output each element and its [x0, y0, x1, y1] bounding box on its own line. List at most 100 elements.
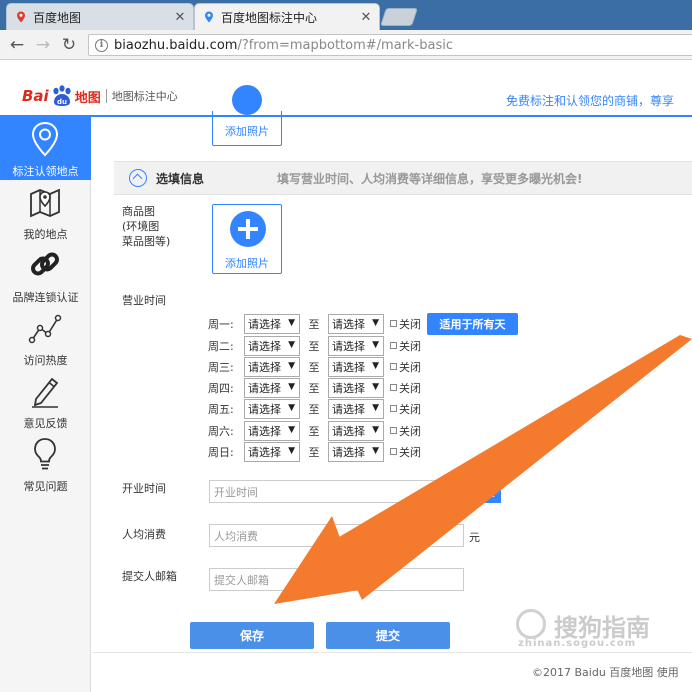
clear-button[interactable]: 清空 — [467, 480, 501, 503]
watermark-sub: zhinan.sogou.com — [518, 638, 637, 649]
logo-separator — [105, 89, 107, 103]
sidebar-item-label: 标注认领地点 — [12, 165, 79, 178]
sidebar-item-brand-chain[interactable]: 品牌连锁认证 — [0, 243, 91, 306]
close-time-select[interactable]: 请选择 ▼ — [328, 356, 384, 377]
open-time-select[interactable]: 请选择 ▼ — [244, 420, 300, 441]
new-tab-button[interactable] — [380, 8, 418, 26]
open-time-select[interactable]: 请选择 ▼ — [244, 356, 300, 377]
day-label: 周四: — [208, 381, 234, 395]
map-fold-icon — [30, 188, 60, 218]
location-favicon-icon — [205, 11, 213, 23]
chain-link-icon — [31, 252, 59, 276]
avg-spend-input[interactable]: 人均消费 — [209, 524, 464, 547]
closed-checkbox[interactable] — [390, 320, 397, 327]
pencil-icon — [32, 377, 59, 408]
submitter-email-label: 提交人邮箱 — [122, 570, 177, 583]
closed-checkbox[interactable] — [390, 405, 397, 412]
dropdown-arrow-icon: ▼ — [288, 339, 295, 350]
sidebar-item-mark-claim[interactable]: 标注认领地点 — [0, 117, 91, 180]
address-bar[interactable]: i biaozhu.baidu.com/?from=mapbottom#/mar… — [88, 34, 692, 56]
closed-label: 关闭 — [399, 381, 421, 395]
closed-checkbox[interactable] — [390, 448, 397, 455]
open-time-select[interactable]: 请选择 ▼ — [244, 441, 300, 462]
upload-photo-label: 添加照片 — [225, 257, 269, 270]
close-time-select[interactable]: 请选择 ▼ — [328, 335, 384, 356]
day-label: 周二: — [208, 339, 234, 353]
day-label: 周五: — [208, 402, 234, 416]
map-pin-favicon-icon — [17, 11, 25, 23]
save-button[interactable]: 保存 — [190, 622, 314, 649]
upload-product-photo-button[interactable]: 添加照片 — [212, 204, 282, 274]
tab-baidu-map-mark-center[interactable]: 百度地图标注中心 ✕ — [194, 3, 380, 30]
to-label: 至 — [308, 360, 320, 374]
page-footer: ©2017 Baidu 百度地图 使用 — [92, 652, 692, 692]
close-icon[interactable]: ✕ — [173, 10, 187, 25]
to-label: 至 — [308, 445, 320, 459]
back-arrow-icon[interactable]: ← — [8, 36, 26, 54]
sidebar-item-visit-heat[interactable]: 访问热度 — [0, 306, 91, 369]
plus-icon — [232, 85, 262, 115]
hours-row: 周二: 请选择 ▼ 至请选择 ▼ 关闭 — [208, 335, 421, 356]
avg-spend-label: 人均消费 — [122, 528, 166, 541]
select-value: 请选择 — [332, 339, 365, 353]
hours-row: 周四: 请选择 ▼ 至请选择 ▼ 关闭 — [208, 377, 421, 398]
dropdown-arrow-icon: ▼ — [288, 424, 295, 435]
close-icon[interactable]: ✕ — [359, 10, 373, 25]
close-time-select[interactable]: 请选择 ▼ — [328, 313, 384, 334]
dropdown-arrow-icon: ▼ — [288, 360, 295, 371]
logo-bai: Bai — [22, 87, 49, 105]
site-header: Bai du 地图 地图标注中心 免费标注和认领您的商铺，尊享 — [0, 61, 692, 117]
closed-checkbox[interactable] — [390, 427, 397, 434]
optional-info-section-header[interactable]: 选填信息 填写营业时间、人均消费等详细信息，享受更多曝光机会! — [114, 161, 692, 195]
tab-baidu-map[interactable]: 百度地图 ✕ — [6, 3, 194, 30]
select-value: 请选择 — [248, 381, 281, 395]
email-placeholder: 提交人邮箱 — [214, 573, 269, 587]
upload-photo-button-top[interactable]: 添加照片 — [212, 85, 282, 146]
chevron-up-icon[interactable] — [129, 169, 147, 187]
baidu-map-logo[interactable]: Bai du 地图 地图标注中心 — [22, 84, 178, 108]
forward-arrow-icon[interactable]: → — [34, 36, 52, 54]
info-icon[interactable]: i — [95, 38, 108, 52]
select-value: 请选择 — [248, 360, 281, 374]
select-value: 请选择 — [248, 424, 281, 438]
open-time-select[interactable]: 请选择 ▼ — [244, 335, 300, 356]
sidebar-item-label: 常见问题 — [23, 480, 68, 493]
reload-icon[interactable]: ↻ — [60, 36, 78, 54]
currency-unit: 元 — [469, 531, 480, 544]
watermark: 搜狗指南 zhinan.sogou.com — [518, 608, 650, 649]
to-label: 至 — [308, 381, 320, 395]
closed-checkbox[interactable] — [390, 342, 397, 349]
logo-du: du — [57, 98, 67, 106]
logo-subtitle: 地图标注中心 — [111, 90, 178, 103]
closed-checkbox[interactable] — [390, 363, 397, 370]
open-date-label: 开业时间 — [122, 482, 166, 495]
open-date-input[interactable]: 开业时间 — [209, 480, 467, 503]
submit-button[interactable]: 提交 — [326, 622, 450, 649]
submitter-email-input[interactable]: 提交人邮箱 — [209, 568, 464, 591]
day-label: 周日: — [208, 445, 234, 459]
sidebar-item-label: 意见反馈 — [23, 417, 68, 430]
apply-to-all-days-button[interactable]: 适用于所有天 — [427, 313, 518, 335]
location-pin-icon — [31, 121, 59, 157]
select-value: 请选择 — [332, 424, 365, 438]
hours-row: 周三: 请选择 ▼ 至请选择 ▼ 关闭 — [208, 356, 421, 377]
sidebar-item-my-places[interactable]: 我的地点 — [0, 180, 91, 243]
upload-photo-label: 添加照片 — [225, 125, 269, 138]
dropdown-arrow-icon: ▼ — [288, 445, 295, 456]
closed-checkbox[interactable] — [390, 384, 397, 391]
sidebar-item-faq[interactable]: 常见问题 — [0, 432, 91, 495]
close-time-select[interactable]: 请选择 ▼ — [328, 420, 384, 441]
open-time-select[interactable]: 请选择 ▼ — [244, 398, 300, 419]
close-time-select[interactable]: 请选择 ▼ — [328, 441, 384, 462]
dropdown-arrow-icon: ▼ — [372, 339, 379, 350]
dropdown-arrow-icon: ▼ — [372, 317, 379, 328]
header-promo[interactable]: 免费标注和认领您的商铺，尊享 — [506, 92, 674, 109]
close-time-select[interactable]: 请选择 ▼ — [328, 398, 384, 419]
browser-toolbar: ← → ↻ i biaozhu.baidu.com/?from=mapbotto… — [0, 30, 692, 60]
plus-icon — [230, 211, 266, 247]
sidebar-item-feedback[interactable]: 意见反馈 — [0, 369, 91, 432]
select-value: 请选择 — [332, 317, 365, 331]
open-time-select[interactable]: 请选择 ▼ — [244, 377, 300, 398]
open-time-select[interactable]: 请选择 ▼ — [244, 313, 300, 334]
close-time-select[interactable]: 请选择 ▼ — [328, 377, 384, 398]
